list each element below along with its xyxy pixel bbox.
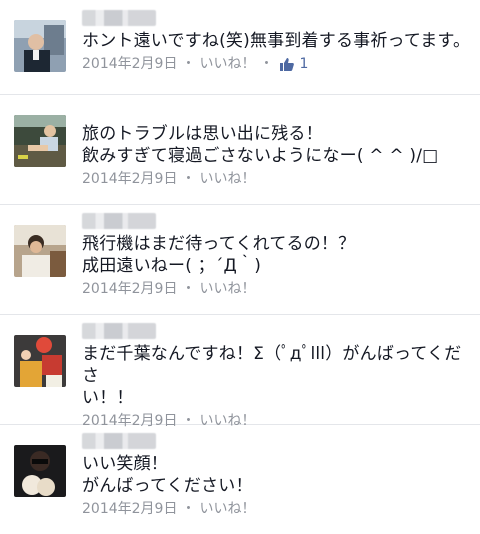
- separator: ・: [181, 171, 196, 187]
- avatar[interactable]: [14, 20, 66, 72]
- like-thumb-icon[interactable]: [279, 56, 295, 72]
- commenter-name[interactable]: [82, 213, 156, 229]
- commenter-name[interactable]: [82, 10, 156, 26]
- comment-text: ホント遠いですね(笑)無事到着する事祈ってます。: [82, 31, 471, 51]
- comment-item: 旅のトラブルは思い出に残る！ 飲みすぎて寝過ごさないようになー( ^ ^ )/□…: [0, 95, 480, 205]
- separator: ・: [181, 56, 196, 72]
- comment-meta: 2014年2月9日 ・ いいね！: [82, 279, 472, 299]
- like-link[interactable]: いいね！: [199, 169, 255, 189]
- like-link[interactable]: いいね！: [199, 279, 255, 299]
- like-link[interactable]: いいね！: [199, 54, 255, 74]
- comment-meta: 2014年2月9日 ・ いいね！ ・ 1: [82, 54, 472, 74]
- commenter-name[interactable]: [82, 323, 156, 339]
- avatar[interactable]: [14, 445, 66, 497]
- comment-date[interactable]: 2014年2月9日: [82, 169, 177, 189]
- comment-meta: 2014年2月9日 ・ いいね！: [82, 169, 472, 189]
- comment-item: ホント遠いですね(笑)無事到着する事祈ってます。 2014年2月9日 ・ いいね…: [0, 0, 480, 95]
- separator: ・: [181, 281, 196, 297]
- commenter-name[interactable]: [82, 433, 156, 449]
- separator: ・: [259, 56, 274, 72]
- comment-text: 旅のトラブルは思い出に残る！ 飲みすぎて寝過ごさないようになー( ^ ^ )/□: [82, 124, 439, 166]
- comment-date[interactable]: 2014年2月9日: [82, 499, 177, 519]
- like-link[interactable]: いいね！: [199, 499, 255, 519]
- comment-meta: 2014年2月9日 ・ いいね！: [82, 499, 472, 519]
- like-count[interactable]: 1: [299, 54, 308, 74]
- comment-item: いい笑顔！ がんばってください！ 2014年2月9日 ・ いいね！: [0, 425, 480, 533]
- comment-text: 飛行機はまだ待ってくれてるの！？ 成田遠いねー( ；´Д｀): [82, 234, 356, 276]
- comment-text: いい笑顔！ がんばってください！: [82, 454, 253, 496]
- comment-text: まだ千葉なんですね！Σ（ﾟдﾟlll）がんばってくださ い！！: [82, 344, 462, 408]
- avatar[interactable]: [14, 335, 66, 387]
- avatar[interactable]: [14, 115, 66, 167]
- separator: ・: [181, 501, 196, 517]
- comment-item: まだ千葉なんですね！Σ（ﾟдﾟlll）がんばってくださ い！！ 2014年2月9…: [0, 315, 480, 429]
- comment-item: 飛行機はまだ待ってくれてるの！？ 成田遠いねー( ；´Д｀) 2014年2月9日…: [0, 205, 480, 315]
- avatar[interactable]: [14, 225, 66, 277]
- comment-date[interactable]: 2014年2月9日: [82, 54, 177, 74]
- comment-date[interactable]: 2014年2月9日: [82, 279, 177, 299]
